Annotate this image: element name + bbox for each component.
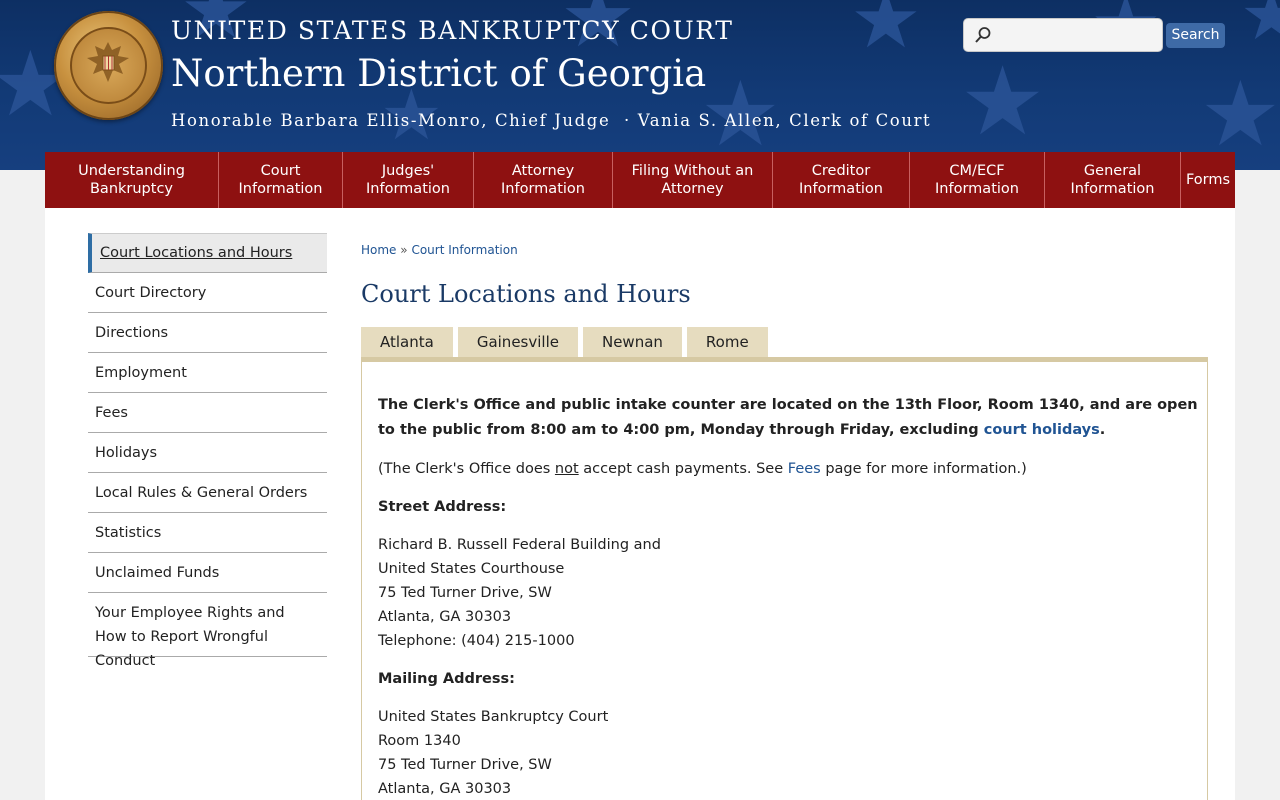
sidebar-item-fees[interactable]: Fees [88,393,327,433]
nav-item-label: Forms [1185,172,1231,188]
sidebar-item-employment[interactable]: Employment [88,353,327,393]
telephone-line: Telephone: (404) 215-1000 [378,633,575,649]
main-nav: Understanding Bankruptcy Court Informati… [45,152,1235,208]
sidebar-item-unclaimed-funds[interactable]: Unclaimed Funds [88,553,327,593]
tab-panel-atlanta: The Clerk's Office and public intake cou… [361,362,1208,800]
tab-newnan[interactable]: Newnan [582,327,682,358]
street-address: Richard B. Russell Federal Building and … [378,533,1198,653]
nav-item-label: Filing Without an Attorney [631,163,754,197]
nav-item-attorney-information[interactable]: Attorney Information [474,152,613,208]
sidebar-item-court-locations-and-hours[interactable]: Court Locations and Hours [88,233,327,273]
address-line: 75 Ted Turner Drive, SW [378,585,552,601]
note-emphasis: not [554,461,579,477]
address-line: Richard B. Russell Federal Building and [378,537,661,553]
nav-item-label: Creditor Information [799,163,883,197]
eagle-icon [87,42,129,82]
sidebar-item-label: Employment [95,364,187,381]
nav-item-label: Attorney Information [501,163,585,197]
breadcrumb-separator: » [400,243,408,257]
page-title: Court Locations and Hours [361,280,691,308]
address-line: United States Bankruptcy Court [378,709,609,725]
sidebar-item-label: Unclaimed Funds [95,564,220,581]
sidebar-item-label: Court Directory [95,284,207,301]
nav-item-cmecf-information[interactable]: CM/ECF Information [910,152,1045,208]
district-name: Northern District of Georgia [171,52,707,95]
mailing-address-heading: Mailing Address: [378,671,515,687]
note-text: page for more information.) [820,461,1027,477]
nav-item-general-information[interactable]: General Information [1045,152,1181,208]
sidebar-item-employee-rights[interactable]: Your Employee Rights and How to Report W… [88,593,327,669]
address-line: Room 1340 [378,733,461,749]
panel-body: The Clerk's Office and public intake cou… [378,393,1198,800]
sidebar-item-label: Statistics [95,524,162,541]
sidebar-item-court-directory[interactable]: Court Directory [88,273,327,313]
search-icon [975,27,991,43]
site-title[interactable]: UNITED STATES BANKRUPTCY COURT Northern … [171,14,931,130]
sidebar-nav: Court Locations and Hours Court Director… [88,233,327,669]
sidebar-item-label: Local Rules & General Orders [95,484,308,501]
location-tabs: Atlanta Gainesville Newnan Rome [361,327,768,358]
tab-rome[interactable]: Rome [686,327,768,358]
street-address-heading: Street Address: [378,499,507,515]
breadcrumb-home-link[interactable]: Home [361,243,396,257]
hours-text-end: . [1099,422,1106,438]
nav-item-forms[interactable]: Forms [1181,152,1235,208]
nav-item-label: CM/ECF Information [935,163,1019,197]
cash-note: (The Clerk's Office does not accept cash… [378,457,1198,481]
sidebar-item-statistics[interactable]: Statistics [88,513,327,553]
address-line: United States Courthouse [378,561,565,577]
court-name: UNITED STATES BANKRUPTCY COURT [171,16,734,45]
nav-item-label: Court Information [238,163,323,197]
star-decoration: ★ [1200,62,1280,167]
sidebar-item-label: Holidays [95,444,158,461]
nav-item-judges-information[interactable]: Judges' Information [343,152,474,208]
nav-item-court-information[interactable]: Court Information [219,152,343,208]
nav-item-label: General Information [1070,163,1155,197]
sidebar-item-label: Directions [95,324,169,341]
sidebar-item-directions[interactable]: Directions [88,313,327,353]
breadcrumb-court-information-link[interactable]: Court Information [411,243,517,257]
mailing-address: United States Bankruptcy Court Room 1340… [378,705,1198,800]
address-line: Atlanta, GA 30303 [378,781,512,797]
site-header: ★ ★ ★ ★ ★ ★ ★ ★ ★ ★ UNITED STATES BANKRU… [0,0,1280,170]
sidebar-item-holidays[interactable]: Holidays [88,433,327,473]
fees-link[interactable]: Fees [788,461,821,477]
address-line: 75 Ted Turner Drive, SW [378,757,552,773]
sidebar-item-label: Fees [95,404,128,421]
tab-gainesville[interactable]: Gainesville [457,327,578,358]
tab-atlanta[interactable]: Atlanta [361,327,453,358]
main-content: Court Locations and Hours Court Director… [45,208,1235,800]
court-holidays-link[interactable]: court holidays [984,422,1100,438]
court-seal-logo[interactable] [54,11,163,120]
star-decoration: ★ [960,47,1046,157]
sidebar-item-label: Court Locations and Hours [100,245,293,261]
search-button[interactable]: Search [1166,23,1225,48]
sidebar-item-label: Your Employee Rights and How to Report W… [95,605,285,669]
nav-item-understanding-bankruptcy[interactable]: Understanding Bankruptcy [45,152,219,208]
hours-paragraph: The Clerk's Office and public intake cou… [378,393,1198,443]
star-decoration: ★ [1240,0,1280,56]
nav-item-label: Understanding Bankruptcy [78,163,185,197]
sidebar-item-local-rules[interactable]: Local Rules & General Orders [88,473,327,513]
note-text: (The Clerk's Office does [378,461,555,477]
nav-item-creditor-information[interactable]: Creditor Information [773,152,910,208]
nav-item-filing-without-attorney[interactable]: Filing Without an Attorney [613,152,773,208]
officials-line: Honorable Barbara Ellis-Monro, Chief Jud… [171,111,932,130]
breadcrumb: Home » Court Information [361,243,518,257]
note-text: accept cash payments. See [578,461,788,477]
search-input[interactable] [963,18,1163,52]
address-line: Atlanta, GA 30303 [378,609,512,625]
nav-item-label: Judges' Information [366,163,450,197]
